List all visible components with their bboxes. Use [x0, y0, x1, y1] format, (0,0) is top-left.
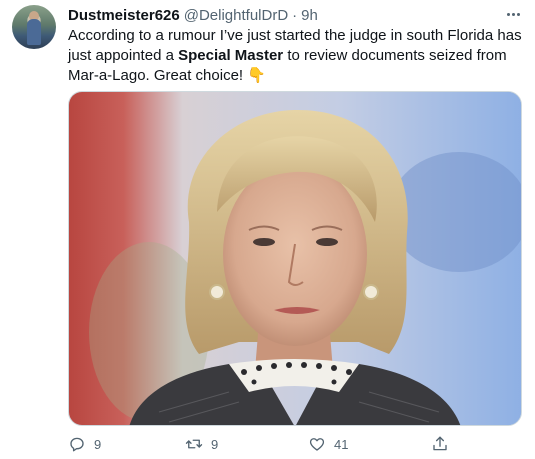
more-options-icon[interactable] — [503, 6, 523, 22]
retweet-icon — [185, 439, 203, 449]
separator-dot: · — [292, 6, 298, 24]
tweet-header: Dustmeister626 @DelightfulDrD · 9h — [68, 5, 318, 25]
tweet-actions: 9 9 41 — [68, 433, 508, 455]
tweet-text: According to a rumour I’ve just started … — [68, 26, 524, 86]
retweet-button[interactable]: 9 — [185, 435, 218, 453]
reply-count: 9 — [94, 436, 102, 452]
tweet-timestamp[interactable]: 9h — [301, 7, 318, 24]
reply-button[interactable]: 9 — [68, 435, 101, 453]
display-name[interactable]: Dustmeister626 — [68, 7, 180, 24]
user-handle[interactable]: @DelightfulDrD — [184, 7, 288, 24]
photo-illustration — [69, 92, 521, 425]
tweet-text-bold: Special Master — [178, 47, 284, 64]
reply-icon — [70, 437, 84, 452]
user-avatar[interactable] — [12, 5, 56, 49]
like-button[interactable]: 41 — [308, 435, 348, 453]
avatar-figure — [27, 19, 41, 45]
tweet-media-photo[interactable] — [68, 91, 522, 426]
pointing-down-emoji: 👇 — [247, 67, 266, 84]
heart-icon — [309, 438, 325, 451]
like-count: 41 — [334, 436, 349, 452]
tweet[interactable]: Dustmeister626 @DelightfulDrD · 9h Accor… — [0, 0, 535, 459]
share-button[interactable] — [431, 435, 449, 453]
retweet-count: 9 — [211, 436, 219, 452]
share-icon — [433, 436, 447, 451]
